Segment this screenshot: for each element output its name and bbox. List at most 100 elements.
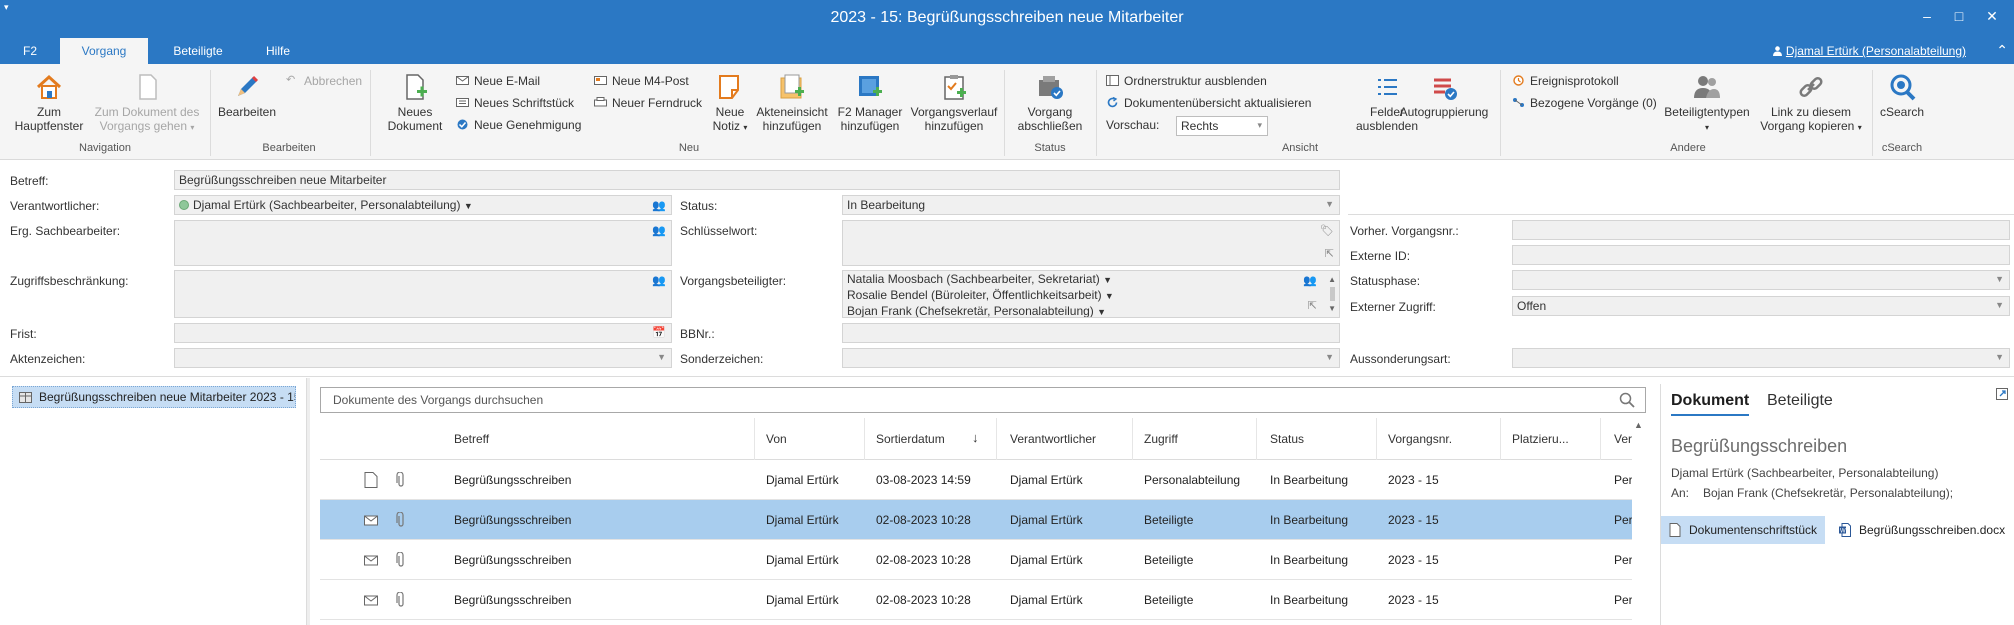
- betreff-field[interactable]: Begrüßungsschreiben neue Mitarbeiter: [174, 170, 1340, 190]
- attachment-dokumentenschriftstueck[interactable]: Dokumentenschriftstück: [1661, 516, 1825, 544]
- column-header-von[interactable]: Von: [766, 432, 787, 446]
- expand-icon[interactable]: ⇱: [1325, 247, 1334, 260]
- vorher-vorgangsnr-field[interactable]: [1512, 220, 2010, 240]
- neue-m4-post-button[interactable]: Neue M4-Post: [594, 72, 689, 90]
- column-separator[interactable]: [754, 418, 755, 460]
- aktenzeichen-select[interactable]: ▼: [174, 348, 672, 368]
- erg-sachbearbeiter-field[interactable]: 👥: [174, 220, 672, 266]
- column-separator[interactable]: [864, 418, 865, 460]
- table-row[interactable]: Begrüßungsschreiben Djamal Ertürk 02-08-…: [320, 500, 1632, 540]
- column-separator[interactable]: [1376, 418, 1377, 460]
- participant-entry[interactable]: Rosalie Bendel (Büroleiter, Öffentlichke…: [847, 288, 1335, 304]
- zugriffsbeschraenkung-field[interactable]: 👥: [174, 270, 672, 318]
- akteneinsicht-button[interactable]: Akteneinsicht hinzufügen: [754, 72, 830, 133]
- column-header-vorgangsnr[interactable]: Vorgangsnr.: [1388, 432, 1452, 446]
- bezogene-vorgaenge-button[interactable]: Bezogene Vorgänge (0): [1512, 94, 1657, 112]
- participant-entry[interactable]: Natalia Moosbach (Sachbearbeiter, Sekret…: [847, 272, 1335, 288]
- people-picker-icon[interactable]: 👥: [652, 199, 666, 212]
- minimize-button[interactable]: –: [1915, 8, 1939, 28]
- tab-dokument[interactable]: Dokument: [1671, 392, 1750, 416]
- externe-id-field[interactable]: [1512, 245, 2010, 265]
- verantwortlicher-field[interactable]: Djamal Ertürk (Sachbearbeiter, Personala…: [174, 195, 672, 215]
- search-icon[interactable]: [1619, 392, 1635, 408]
- f2-manager-button[interactable]: F2 Manager hinzufügen: [834, 72, 906, 133]
- vorgang-abschliessen-button[interactable]: Vorgang abschließen: [1014, 72, 1086, 133]
- table-row[interactable]: Begrüßungsschreiben Djamal Ertürk 03-08-…: [320, 460, 1632, 500]
- status-select[interactable]: In Bearbeitung ▼: [842, 195, 1340, 215]
- aussonderungsart-select[interactable]: ▼: [1512, 348, 2010, 368]
- column-header-status[interactable]: Status: [1270, 432, 1304, 446]
- tab-preview-beteiligte[interactable]: Beteiligte: [1767, 392, 1833, 410]
- people-picker-icon[interactable]: 👥: [652, 274, 666, 287]
- column-separator[interactable]: [996, 418, 997, 460]
- cell-sortierdatum: 02-08-2023 10:28: [876, 513, 971, 527]
- file-access-icon: [780, 74, 804, 99]
- tab-hilfe[interactable]: Hilfe: [250, 38, 306, 64]
- column-header-verantwortlicher[interactable]: Verantwortlicher: [1010, 432, 1096, 446]
- column-header-betreff[interactable]: Betreff: [454, 432, 489, 446]
- bearbeiten-button[interactable]: Bearbeiten: [214, 72, 280, 119]
- scrollbar-thumb[interactable]: [1330, 287, 1335, 301]
- close-button[interactable]: ✕: [1980, 8, 2004, 28]
- tab-vorgang[interactable]: Vorgang: [60, 38, 148, 64]
- vorgangsverlauf-button[interactable]: Vorgangsverlauf hinzufügen: [910, 72, 998, 133]
- participant-entry[interactable]: Bojan Frank (Chefsekretär, Personalabtei…: [847, 304, 1335, 317]
- schluesselwort-field[interactable]: 🏷 ⇱: [842, 220, 1340, 266]
- ereignisprotokoll-button[interactable]: Ereignisprotokoll: [1512, 72, 1619, 90]
- tree-item-case[interactable]: Begrüßungsschreiben neue Mitarbeiter 202…: [12, 386, 296, 408]
- frist-field[interactable]: 📅: [174, 323, 672, 343]
- dokumentenuebersicht-button[interactable]: Dokumentenübersicht aktualisieren: [1106, 94, 1311, 112]
- sonderzeichen-select[interactable]: ▼: [842, 348, 1340, 368]
- column-header-zugriff[interactable]: Zugriff: [1144, 432, 1178, 446]
- externer-zugriff-select[interactable]: Offen ▼: [1512, 296, 2010, 316]
- abbrechen-button[interactable]: ↶ Abbrechen: [286, 72, 362, 90]
- calendar-icon[interactable]: 📅: [652, 326, 666, 339]
- expand-icon[interactable]: ⇱: [1308, 299, 1317, 314]
- column-separator[interactable]: [1600, 418, 1601, 460]
- statusphase-select[interactable]: ▼: [1512, 270, 2010, 290]
- neue-notiz-button[interactable]: Neue Notiz ▾: [710, 72, 750, 135]
- neue-genehmigung-button[interactable]: Neue Genehmigung: [456, 116, 581, 134]
- zum-dokument-button[interactable]: Zum Dokument des Vorgangs gehen ▾: [92, 72, 202, 135]
- splitter[interactable]: [306, 378, 310, 625]
- table-row[interactable]: Begrüßungsschreiben Djamal Ertürk 02-08-…: [320, 540, 1632, 580]
- letter-icon: [364, 595, 378, 606]
- scroll-up-icon[interactable]: ▲: [1328, 272, 1336, 287]
- neues-dokument-button[interactable]: Neues Dokument: [378, 72, 452, 133]
- csearch-button[interactable]: cSearch: [1876, 72, 1928, 119]
- tab-f2[interactable]: F2: [10, 38, 50, 64]
- people-picker-icon[interactable]: 👥: [1303, 274, 1317, 289]
- neuer-ferndruck-button[interactable]: Neuer Ferndruck: [594, 94, 702, 112]
- document-search-input[interactable]: Dokumente des Vorgangs durchsuchen: [320, 387, 1646, 413]
- beteiligtentypen-button[interactable]: Beteiligtentypen ▾: [1660, 72, 1754, 135]
- column-header-platzierung[interactable]: Platzieru...: [1512, 432, 1569, 446]
- current-user-link[interactable]: Djamal Ertürk (Personalabteilung): [1772, 38, 1966, 64]
- word-document-icon: W: [1839, 523, 1851, 537]
- popout-icon[interactable]: [1996, 388, 2008, 400]
- column-header-ver[interactable]: Ver: [1614, 432, 1632, 446]
- maximize-button[interactable]: □: [1947, 8, 1971, 28]
- tag-icon[interactable]: 🏷: [1320, 224, 1334, 237]
- bbnr-field[interactable]: [842, 323, 1340, 343]
- grid-scroll-up-icon[interactable]: ▲: [1634, 420, 1643, 430]
- column-separator[interactable]: [1500, 418, 1501, 460]
- neue-email-button[interactable]: Neue E-Mail: [456, 72, 540, 90]
- neues-schriftstueck-button[interactable]: Neues Schriftstück: [456, 94, 574, 112]
- link-kopieren-button[interactable]: Link zu diesem Vorgang kopieren ▾: [1756, 72, 1866, 135]
- table-row[interactable]: Begrüßungsschreiben Djamal Ertürk 02-08-…: [320, 580, 1632, 620]
- column-header-sortierdatum[interactable]: Sortierdatum: [876, 432, 945, 446]
- tab-beteiligte[interactable]: Beteiligte: [160, 38, 236, 64]
- vorschau-select[interactable]: Rechts ▾: [1176, 116, 1268, 136]
- collapse-ribbon-icon[interactable]: ⌃: [1996, 42, 2008, 59]
- attachment-docx[interactable]: W Begrüßungsschreiben.docx: [1831, 516, 2011, 544]
- column-separator[interactable]: [1256, 418, 1257, 460]
- sort-descending-icon[interactable]: ↓: [972, 430, 979, 445]
- scroll-down-icon[interactable]: ▼: [1328, 301, 1336, 316]
- vorgangsbeteiligter-field[interactable]: Natalia Moosbach (Sachbearbeiter, Sekret…: [842, 270, 1340, 318]
- autogruppierung-button[interactable]: Autogruppierung: [1394, 72, 1494, 119]
- zum-hauptfenster-button[interactable]: Zum Hauptfenster: [8, 72, 90, 133]
- column-separator[interactable]: [1132, 418, 1133, 460]
- ordnerstruktur-button[interactable]: Ordnerstruktur ausblenden: [1106, 72, 1267, 90]
- chevron-down-icon[interactable]: ▼: [464, 201, 473, 211]
- people-picker-icon[interactable]: 👥: [652, 224, 666, 237]
